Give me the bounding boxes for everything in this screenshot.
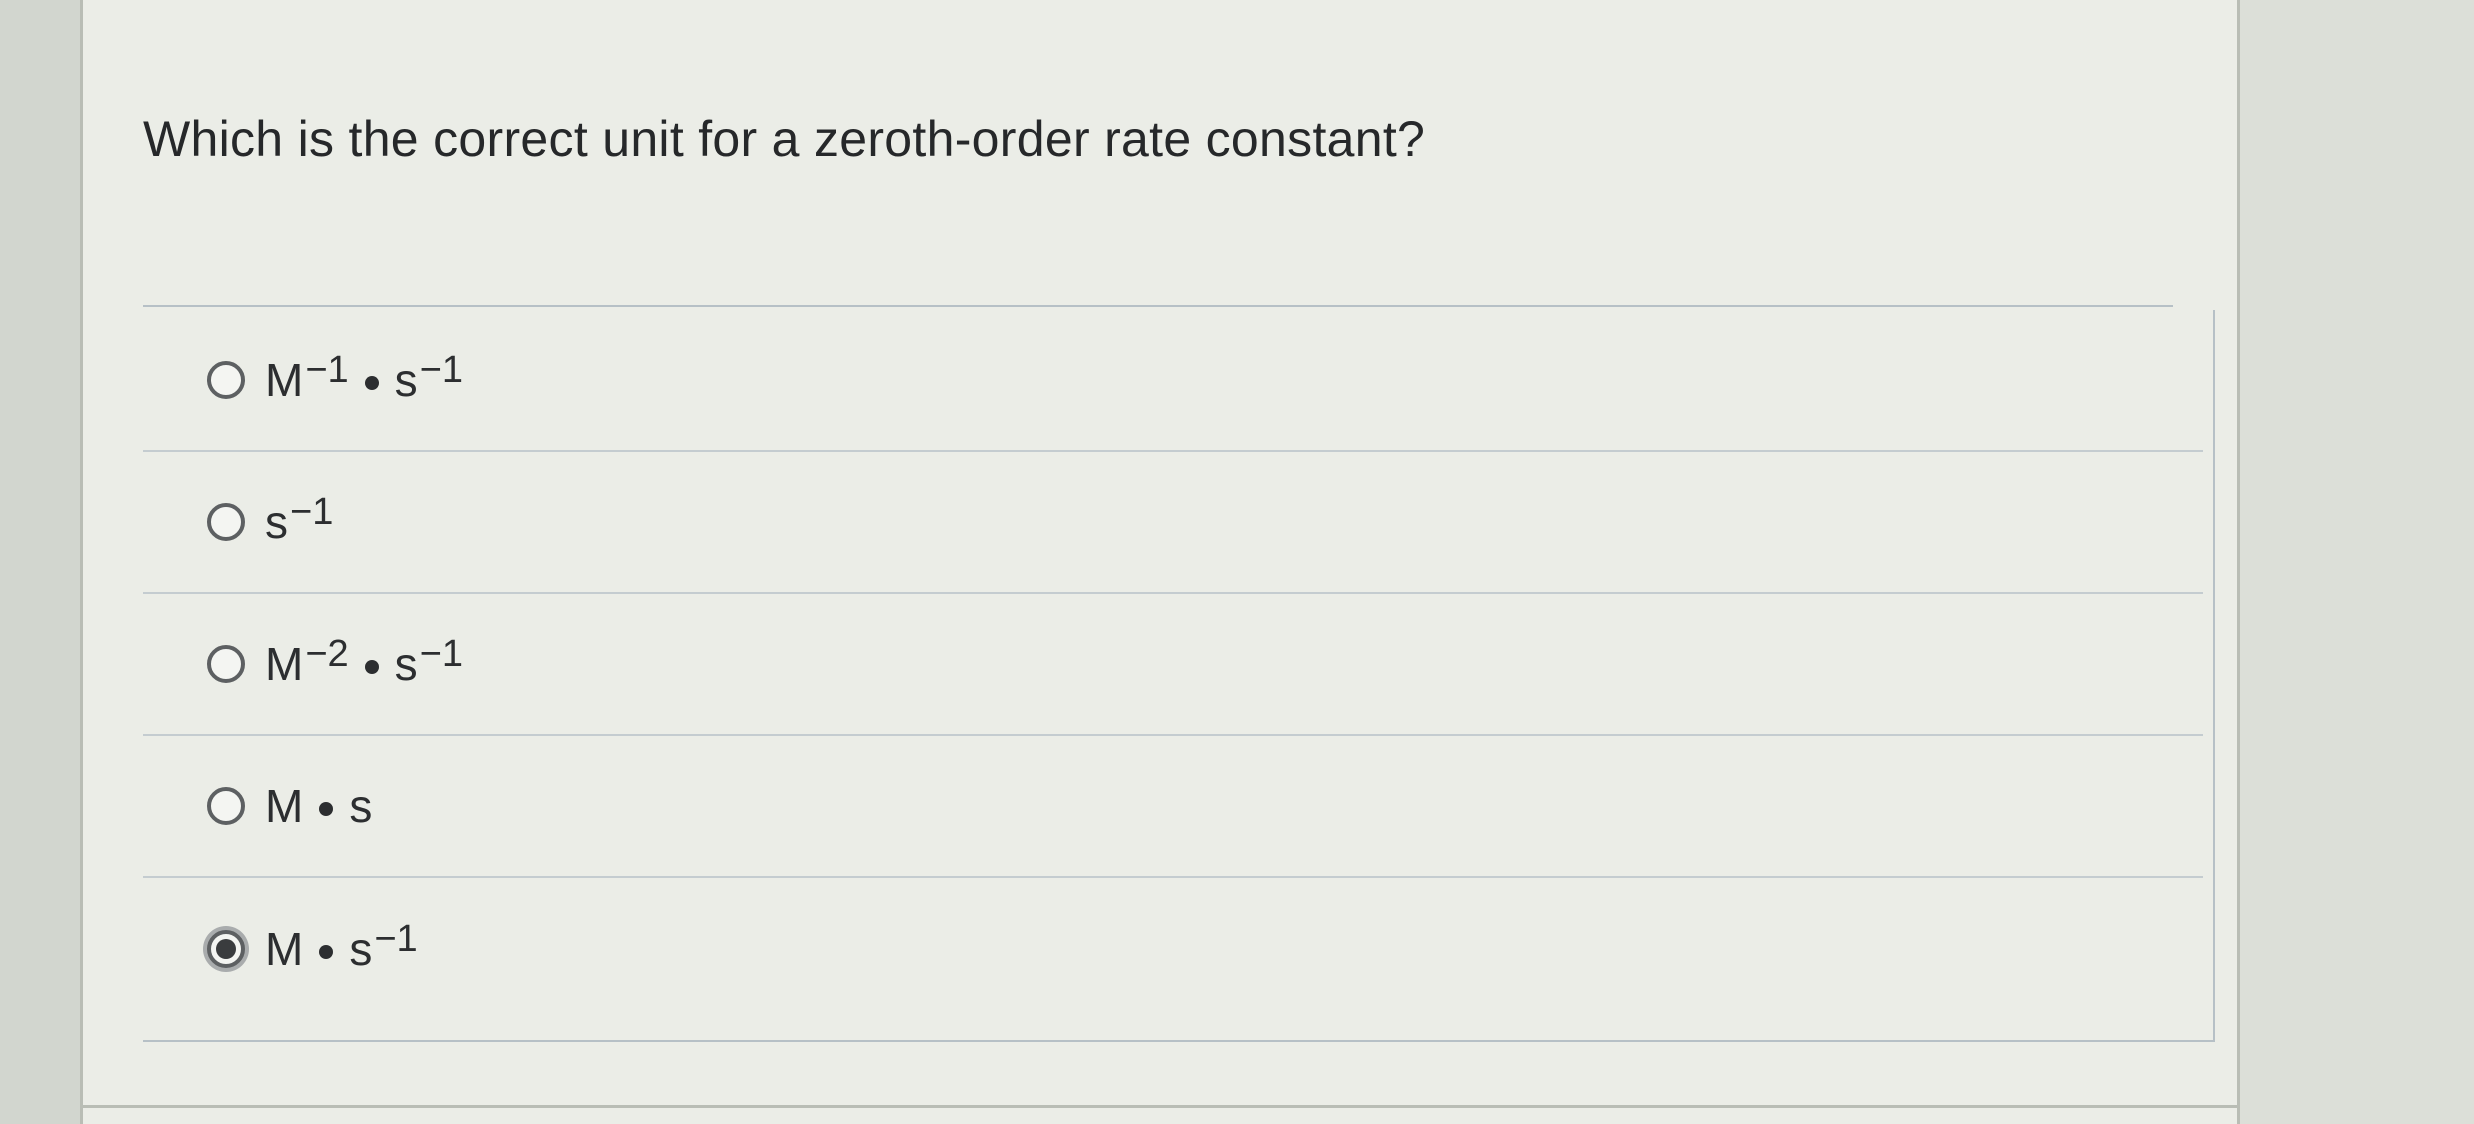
answer-option-selected[interactable]: M s −1	[143, 878, 2203, 1020]
screen-margin	[0, 0, 80, 1124]
unit-base: M	[265, 354, 304, 406]
unit-exponent: −2	[305, 633, 349, 675]
radio-button-empty-icon[interactable]	[207, 787, 245, 825]
unit-base: M	[265, 780, 304, 832]
answer-options: M −1 s −1 s −1 M −2 s −1 M s M s −1	[143, 310, 2215, 1042]
unit-base: M	[265, 638, 304, 690]
unit-base: s	[265, 496, 288, 548]
card-bottom-border	[80, 1105, 2240, 1108]
unit-base: s	[349, 780, 373, 832]
answer-option[interactable]: s −1	[143, 452, 2203, 594]
unit-base: s	[349, 923, 373, 975]
radio-button-empty-icon[interactable]	[207, 503, 245, 541]
unit-exponent: −1	[290, 491, 334, 533]
bullet-dot-icon	[364, 376, 379, 390]
bullet-dot-icon	[364, 660, 379, 674]
question-divider	[143, 305, 2173, 307]
answer-option[interactable]: M s	[143, 736, 2203, 878]
unit-exponent: −1	[305, 349, 349, 391]
question-box: Which is the correct unit for a zeroth-o…	[143, 60, 2143, 290]
bullet-dot-icon	[319, 802, 334, 816]
unit-base: M	[265, 923, 304, 975]
bullet-dot-icon	[319, 945, 334, 959]
unit-exponent: −1	[374, 918, 418, 960]
radio-button-filled-icon[interactable]	[207, 930, 245, 968]
quiz-card: Which is the correct unit for a zeroth-o…	[80, 0, 2240, 1124]
answer-option[interactable]: M −2 s −1	[143, 594, 2203, 736]
answer-label: M −1 s −1	[265, 349, 463, 407]
unit-exponent: −1	[419, 633, 463, 675]
unit-exponent: −1	[419, 349, 463, 391]
unit-base: s	[394, 354, 418, 406]
answer-label: M −2 s −1	[265, 633, 463, 691]
radio-button-empty-icon[interactable]	[207, 361, 245, 399]
answer-label: M s	[265, 779, 372, 833]
answer-option[interactable]: M −1 s −1	[143, 310, 2203, 452]
answer-label: s −1	[265, 491, 333, 549]
radio-button-empty-icon[interactable]	[207, 645, 245, 683]
unit-base: s	[394, 638, 418, 690]
answer-label: M s −1	[265, 918, 418, 976]
question-text: Which is the correct unit for a zeroth-o…	[143, 111, 1426, 167]
